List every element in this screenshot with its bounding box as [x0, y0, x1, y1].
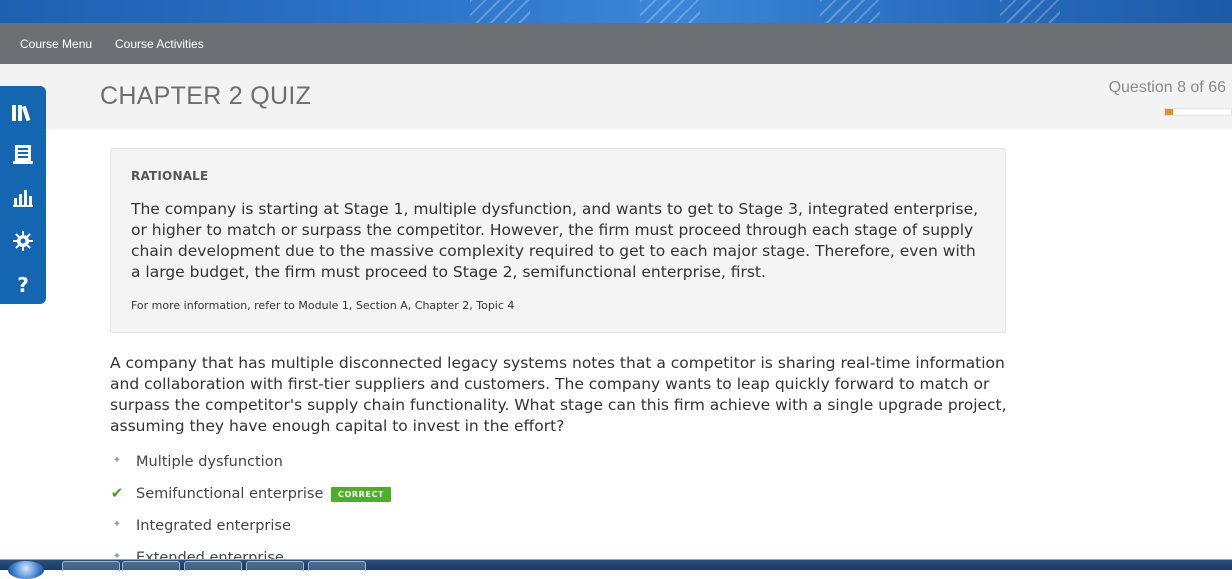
tool-sidebar: ?: [0, 86, 46, 304]
checkmark-icon: ✔: [110, 484, 124, 502]
gear-icon[interactable]: [10, 228, 36, 254]
rationale-panel: RATIONALE The company is starting at Sta…: [110, 148, 1006, 333]
library-icon[interactable]: [10, 100, 36, 126]
bar-chart-icon[interactable]: [10, 184, 36, 210]
diamond-bullet-icon: ✦: [112, 519, 122, 530]
rationale-body: The company is starting at Stage 1, mult…: [131, 200, 979, 281]
question-counter: Question 8 of 66: [1108, 79, 1226, 96]
start-button[interactable]: [8, 561, 44, 579]
question-text: A company that has multiple disconnected…: [110, 354, 1007, 435]
answer-option[interactable]: ✦ Integrated enterprise: [110, 516, 710, 538]
course-menu-link[interactable]: Course Menu: [20, 37, 92, 51]
answer-option-correct[interactable]: ✔ Semifunctional enterprise CORRECT: [110, 484, 710, 506]
course-navbar: Course Menu Course Activities: [0, 23, 1232, 64]
rationale-heading: RATIONALE: [131, 169, 209, 183]
page-title: CHAPTER 2 QUIZ: [100, 82, 312, 110]
answer-label: Integrated enterprise: [136, 518, 291, 534]
help-icon[interactable]: ?: [10, 272, 36, 298]
notebook-icon[interactable]: [10, 141, 36, 167]
answer-label: Multiple dysfunction: [136, 454, 283, 470]
answer-label: Semifunctional enterprise: [136, 486, 324, 502]
correct-badge: CORRECT: [331, 487, 391, 502]
quiz-header: CHAPTER 2 QUIZ Question 8 of 66: [0, 64, 1232, 129]
course-activities-link[interactable]: Course Activities: [115, 37, 204, 51]
os-taskbar: [0, 559, 1232, 579]
diamond-bullet-icon: ✦: [112, 455, 122, 466]
quiz-progress-bar: [1164, 108, 1232, 116]
quiz-progress-fill: [1165, 109, 1173, 115]
rationale-reference: For more information, refer to Module 1,…: [131, 299, 515, 312]
top-banner: [0, 0, 1232, 23]
answer-option[interactable]: ✦ Multiple dysfunction: [110, 452, 710, 474]
